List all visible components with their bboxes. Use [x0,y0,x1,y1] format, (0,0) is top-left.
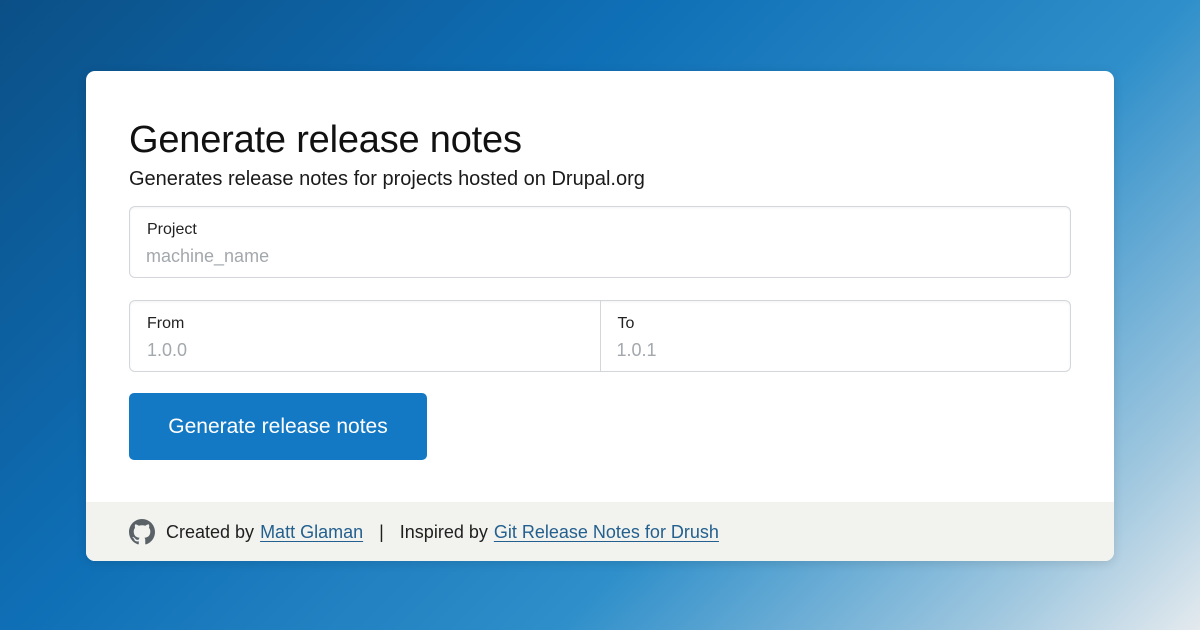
from-input[interactable] [147,337,583,363]
page-title: Generate release notes [129,119,522,161]
footer-credits: Created by Matt Glaman | Inspired by Git… [129,519,719,545]
card-footer: Created by Matt Glaman | Inspired by Git… [86,502,1114,561]
page-subtitle: Generates release notes for projects hos… [129,168,645,190]
version-range-fields: From To [129,300,1071,372]
from-label: From [147,315,185,332]
to-input[interactable] [616,337,1052,363]
from-field[interactable]: From [130,301,600,371]
generate-button[interactable]: Generate release notes [129,393,427,460]
project-field[interactable]: Project [129,206,1071,278]
inspired-by-text: Inspired by [399,521,488,542]
created-by-text: Created by [166,521,255,542]
github-icon[interactable] [129,519,155,545]
to-label: To [617,315,635,332]
project-label: Project [147,221,197,238]
author-link[interactable]: Matt Glaman [260,522,363,543]
footer-separator: | [379,521,384,542]
release-notes-card: Generate release notes Generates release… [86,71,1114,561]
to-field[interactable]: To [599,301,1071,371]
inspiration-link[interactable]: Git Release Notes for Drush [494,522,719,543]
project-input[interactable] [146,243,1052,269]
